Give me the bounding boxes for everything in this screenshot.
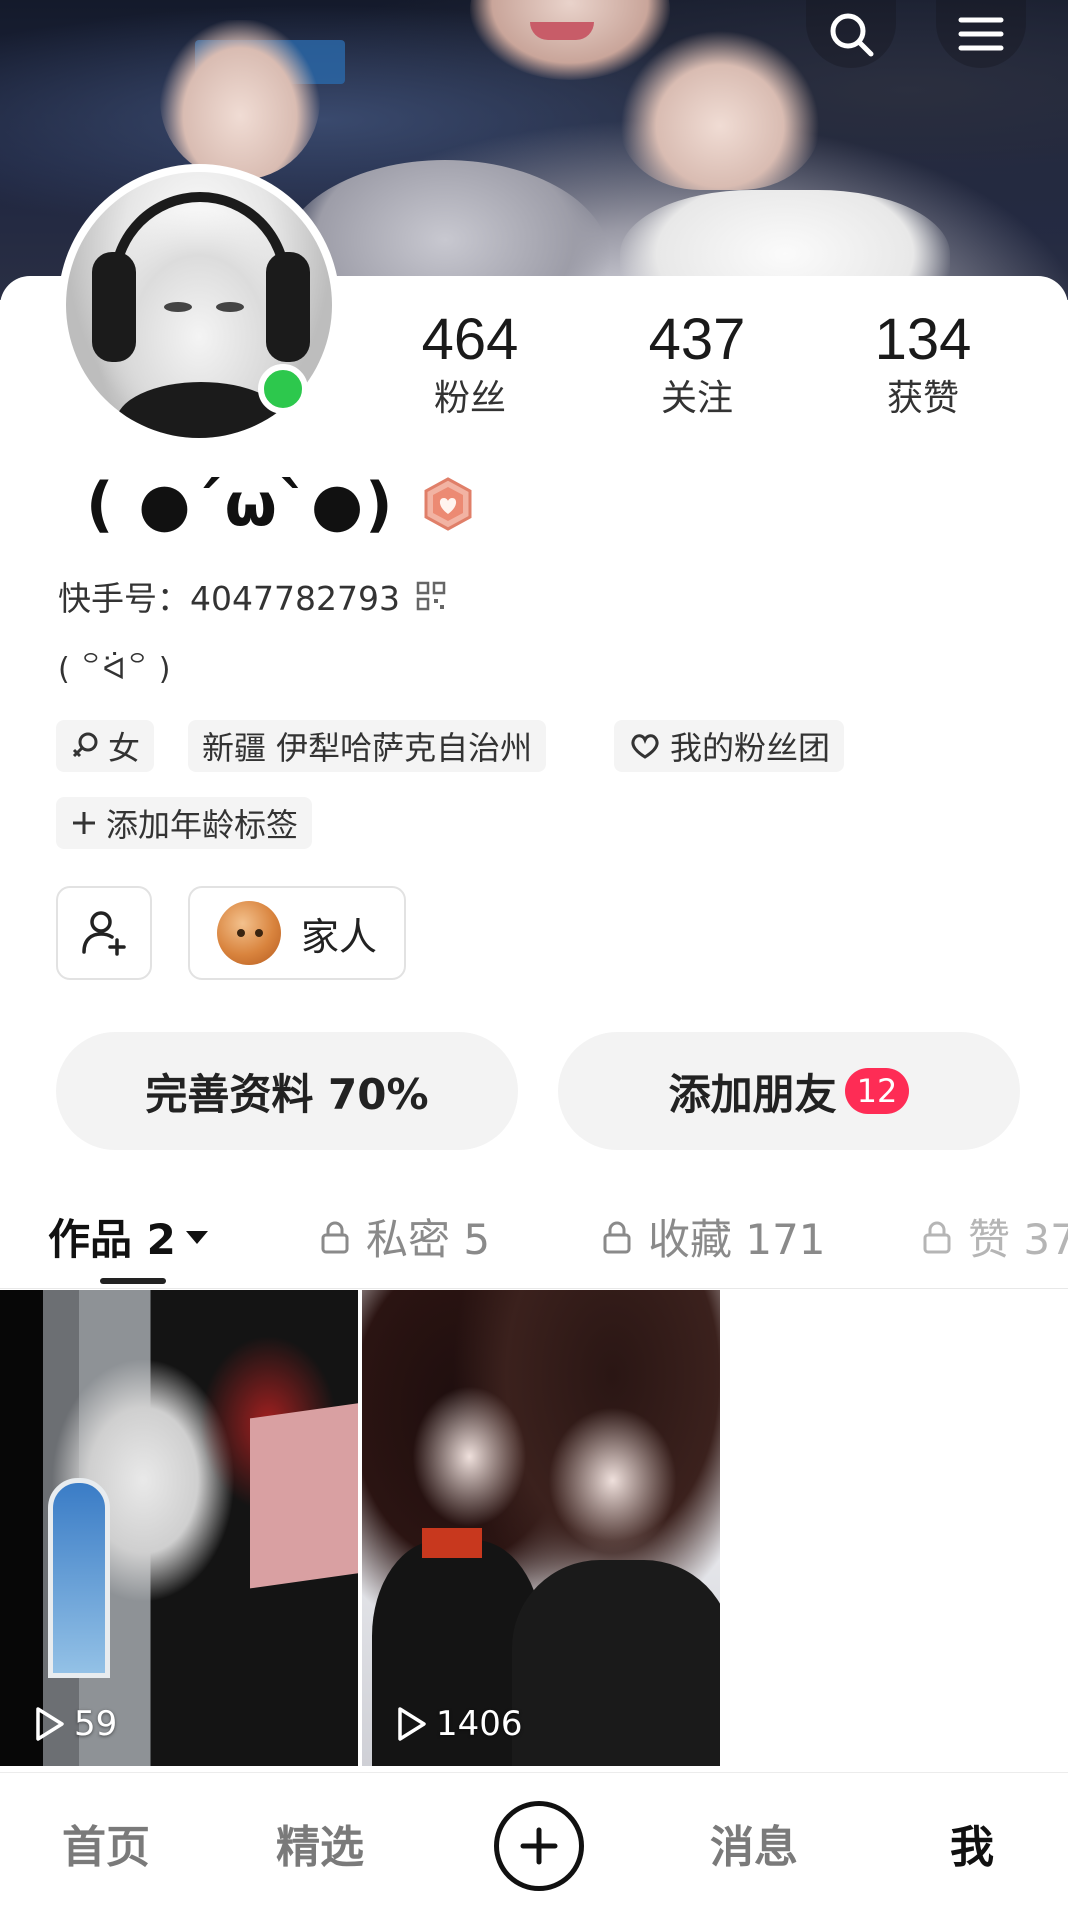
play-icon xyxy=(398,1707,426,1741)
fan-badge-icon[interactable] xyxy=(420,476,476,532)
cover-lips xyxy=(530,22,594,40)
complete-profile-label: 完善资料 70% xyxy=(145,1069,429,1119)
complete-profile-button[interactable]: 完善资料 70% xyxy=(56,1032,518,1150)
content-tabs: 作品 2 私密 5 收藏 171 赞 37 xyxy=(0,1188,1068,1288)
video-thumbnail[interactable]: 1406 xyxy=(362,1290,720,1766)
avatar-headphone-band xyxy=(110,192,290,302)
tag-label: 女 xyxy=(108,729,141,767)
lock-icon xyxy=(603,1221,631,1253)
add-friends-badge: 12 xyxy=(844,1068,910,1114)
stat-following[interactable]: 437 关注 xyxy=(617,305,777,423)
lock-icon xyxy=(923,1221,951,1253)
search-icon xyxy=(830,13,874,57)
tab-label: 作品 2 xyxy=(48,1215,176,1264)
stat-likes[interactable]: 134 获赞 xyxy=(843,305,1003,423)
tag-location[interactable]: 新疆 伊犁哈萨克自治州 xyxy=(188,720,547,772)
thumbnail-pink-shape xyxy=(250,1401,358,1589)
heart-icon xyxy=(631,734,659,759)
nav-home[interactable]: 首页 xyxy=(62,1811,150,1875)
uid-row[interactable]: 快手号：4047782793 xyxy=(58,572,446,620)
lock-icon xyxy=(321,1221,349,1253)
cover-hand-right xyxy=(620,30,820,190)
tab-likes[interactable]: 赞 37 xyxy=(922,1206,1068,1267)
active-tab-indicator xyxy=(100,1278,166,1284)
profile-stats: 464 粉丝 437 关注 134 获赞 xyxy=(0,305,1068,435)
cover-hand-left xyxy=(160,20,320,180)
tab-label: 私密 5 xyxy=(366,1215,491,1264)
add-friends-button[interactable]: 添加朋友 12 xyxy=(558,1032,1020,1150)
stat-value: 464 xyxy=(421,307,519,372)
tag-label: 添加年龄标签 xyxy=(106,806,299,844)
stat-value: 134 xyxy=(874,307,972,372)
qr-code-icon[interactable] xyxy=(416,581,446,611)
video-thumbnail[interactable]: 59 xyxy=(0,1290,358,1766)
nav-featured[interactable]: 精选 xyxy=(276,1811,364,1875)
bottom-nav: 首页 精选 消息 我 xyxy=(0,1772,1068,1918)
caret-down-icon xyxy=(185,1230,208,1244)
thumbnail-figure-right xyxy=(512,1560,720,1766)
add-user-icon xyxy=(82,911,126,956)
menu-icon xyxy=(958,17,1004,51)
add-follow-button[interactable] xyxy=(56,886,152,980)
stat-label: 粉丝 xyxy=(433,378,506,419)
plus-icon xyxy=(520,1827,558,1865)
female-icon xyxy=(72,732,98,758)
uid-text: 快手号：4047782793 xyxy=(58,579,400,618)
add-friends-label: 添加朋友 xyxy=(668,1069,837,1119)
play-count-value: 59 xyxy=(74,1704,118,1744)
tag-gender[interactable]: 女 xyxy=(56,720,155,772)
stat-label: 获赞 xyxy=(886,378,959,419)
tab-private[interactable]: 私密 5 xyxy=(320,1206,490,1267)
family-button[interactable]: 家人 xyxy=(188,886,406,980)
play-count: 1406 xyxy=(394,1704,523,1744)
stat-value: 437 xyxy=(648,307,746,372)
play-count: 59 xyxy=(32,1704,117,1744)
tab-favorites[interactable]: 收藏 171 xyxy=(602,1206,826,1267)
create-button[interactable] xyxy=(494,1801,584,1891)
tag-label: 新疆 伊犁哈萨克自治州 xyxy=(202,729,533,767)
nav-me[interactable]: 我 xyxy=(950,1811,994,1875)
profile-page: 464 粉丝 437 关注 134 获赞 ( ●´ω`●) 快手号：404778… xyxy=(0,0,1068,1918)
play-count-value: 1406 xyxy=(436,1704,523,1744)
thumbnail-window-shape xyxy=(48,1478,110,1678)
tab-label: 收藏 171 xyxy=(648,1215,826,1264)
thumbnail-collar xyxy=(422,1528,482,1558)
tag-label: 我的粉丝团 xyxy=(670,729,831,767)
bio: ( ꒪ᐛ꒪ ) xyxy=(58,652,171,687)
plus-icon xyxy=(73,812,95,834)
family-label: 家人 xyxy=(300,914,377,959)
tabs-divider xyxy=(0,1288,1068,1289)
tag-add-age[interactable]: 添加年龄标签 xyxy=(56,797,313,849)
play-icon xyxy=(36,1707,64,1741)
stat-label: 关注 xyxy=(660,378,733,419)
tab-works[interactable]: 作品 2 xyxy=(48,1206,226,1267)
tag-fan-club[interactable]: 我的粉丝团 xyxy=(614,720,845,772)
family-avatar-icon xyxy=(216,901,281,965)
stat-followers[interactable]: 464 粉丝 xyxy=(390,305,550,423)
nav-messages[interactable]: 消息 xyxy=(710,1811,798,1875)
nickname: ( ●´ω`●) xyxy=(86,470,395,540)
tab-label: 赞 37 xyxy=(968,1215,1068,1264)
